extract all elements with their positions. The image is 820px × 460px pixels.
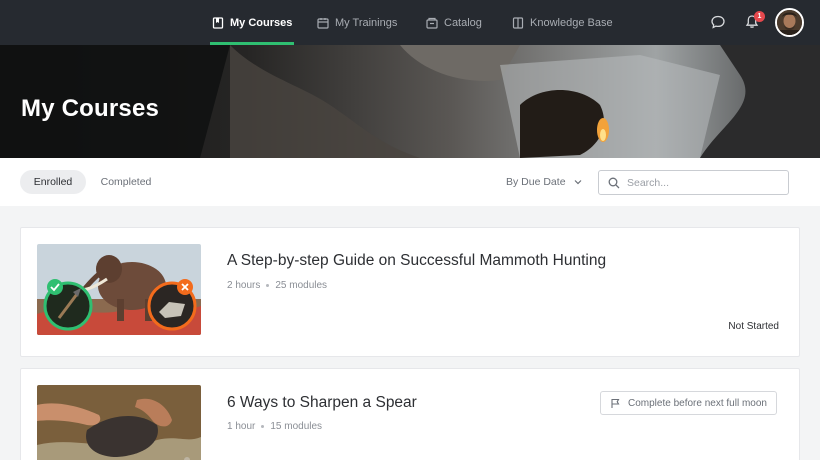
notification-badge: 1	[754, 11, 765, 22]
nav-my-courses-label: My Courses	[230, 16, 293, 29]
course-meta: 1 hour 15 modules	[227, 421, 322, 432]
nav-my-trainings[interactable]: My Trainings	[317, 0, 397, 45]
nav-my-trainings-label: My Trainings	[335, 16, 398, 29]
chevron-down-icon	[574, 180, 581, 185]
chat-icon[interactable]	[710, 14, 726, 30]
course-modules: 25 modules	[275, 280, 328, 291]
sort-label: By Due Date	[506, 176, 566, 188]
sort-dropdown[interactable]: By Due Date	[506, 170, 582, 194]
nav-catalog-label: Catalog	[444, 16, 482, 29]
flag-icon	[611, 398, 620, 408]
book-icon	[212, 16, 224, 29]
course-duration: 1 hour	[227, 421, 256, 432]
due-date-label: Complete before next full moon	[628, 397, 767, 409]
tab-completed[interactable]: Completed	[92, 170, 160, 194]
search-box	[598, 170, 789, 195]
mammoth-hunting-image	[37, 244, 201, 335]
status-label: Not Started	[728, 321, 779, 332]
search-input[interactable]	[627, 176, 777, 189]
nav-catalog[interactable]: Catalog	[426, 0, 482, 45]
course-thumbnail	[37, 244, 201, 335]
filter-bar: Enrolled Completed By Due Date	[0, 158, 820, 206]
top-nav: My Courses My Trainings Catalog Knowledg…	[0, 0, 820, 45]
course-title[interactable]: A Step-by-step Guide on Successful Mammo…	[227, 252, 606, 270]
due-date-tag: Complete before next full moon	[600, 391, 777, 415]
course-meta: 2 hours 25 modules	[227, 280, 327, 291]
avatar-image	[777, 10, 802, 35]
separator-dot	[261, 425, 265, 428]
calendar-icon	[317, 17, 329, 29]
spear-sharpening-image	[37, 385, 201, 460]
course-duration: 2 hours	[227, 280, 261, 291]
page-title: My Courses	[21, 95, 160, 122]
catalog-icon	[426, 17, 438, 29]
course-modules: 15 modules	[270, 421, 323, 432]
hero-banner: My Courses	[0, 45, 820, 158]
course-title[interactable]: 6 Ways to Sharpen a Spear	[227, 394, 417, 412]
nav-my-courses[interactable]: My Courses	[209, 0, 295, 45]
course-thumbnail	[37, 385, 201, 460]
tab-enrolled[interactable]: Enrolled	[20, 170, 86, 194]
course-card[interactable]: 6 Ways to Sharpen a Spear 1 hour 15 modu…	[20, 368, 800, 460]
search-icon	[608, 177, 620, 188]
course-card[interactable]: A Step-by-step Guide on Successful Mammo…	[20, 227, 800, 357]
knowledge-base-icon	[512, 16, 524, 29]
nav-knowledge-base-label: Knowledge Base	[530, 16, 613, 29]
avatar[interactable]	[775, 8, 804, 37]
nav-knowledge-base[interactable]: Knowledge Base	[512, 0, 613, 45]
separator-dot	[266, 284, 270, 287]
